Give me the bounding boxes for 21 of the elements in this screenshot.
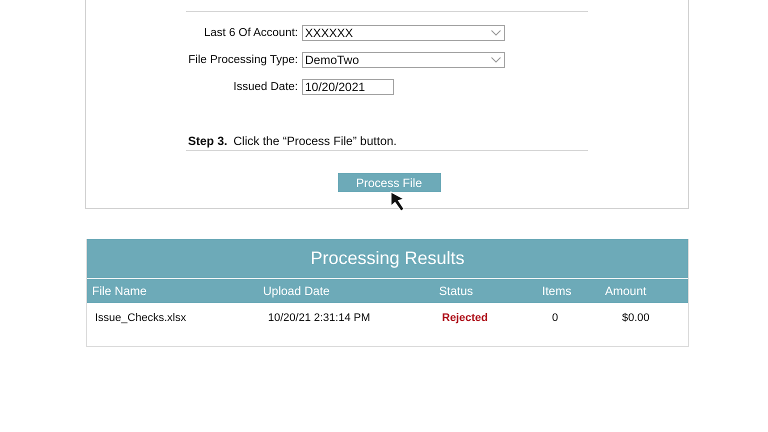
chevron-down-icon: [491, 57, 501, 63]
step-number: Step 3.: [188, 134, 228, 148]
field-label: Issued Date:: [232, 81, 298, 93]
field-label: Last 6 Of Account:: [203, 27, 298, 39]
dropdown-field[interactable]: DemoTwo: [302, 52, 505, 68]
column-header: Status: [439, 284, 474, 298]
field-label: File Processing Type:: [187, 54, 298, 66]
table-cell-text: Issue_Checks.xlsx: [95, 312, 188, 324]
table-cell-text: $0.00: [621, 312, 651, 324]
column-header: File Name: [92, 284, 148, 298]
step-instruction: Click the “Process File” button.: [233, 134, 397, 148]
date-input[interactable]: 10/20/2021: [302, 79, 394, 95]
column-header: Amount: [605, 284, 648, 298]
column-header: Upload Date: [263, 284, 331, 298]
column-header: Items: [542, 284, 572, 298]
chevron-down-icon: [491, 30, 501, 36]
table-cell-text: 10/20/21 2:31:14 PM: [267, 312, 372, 324]
table-cell-text: 0: [551, 312, 560, 324]
status-cell-text: Rejected: [442, 312, 489, 324]
panel-title: Processing Results: [87, 239, 688, 279]
dropdown-field[interactable]: XXXXXX: [302, 25, 505, 41]
